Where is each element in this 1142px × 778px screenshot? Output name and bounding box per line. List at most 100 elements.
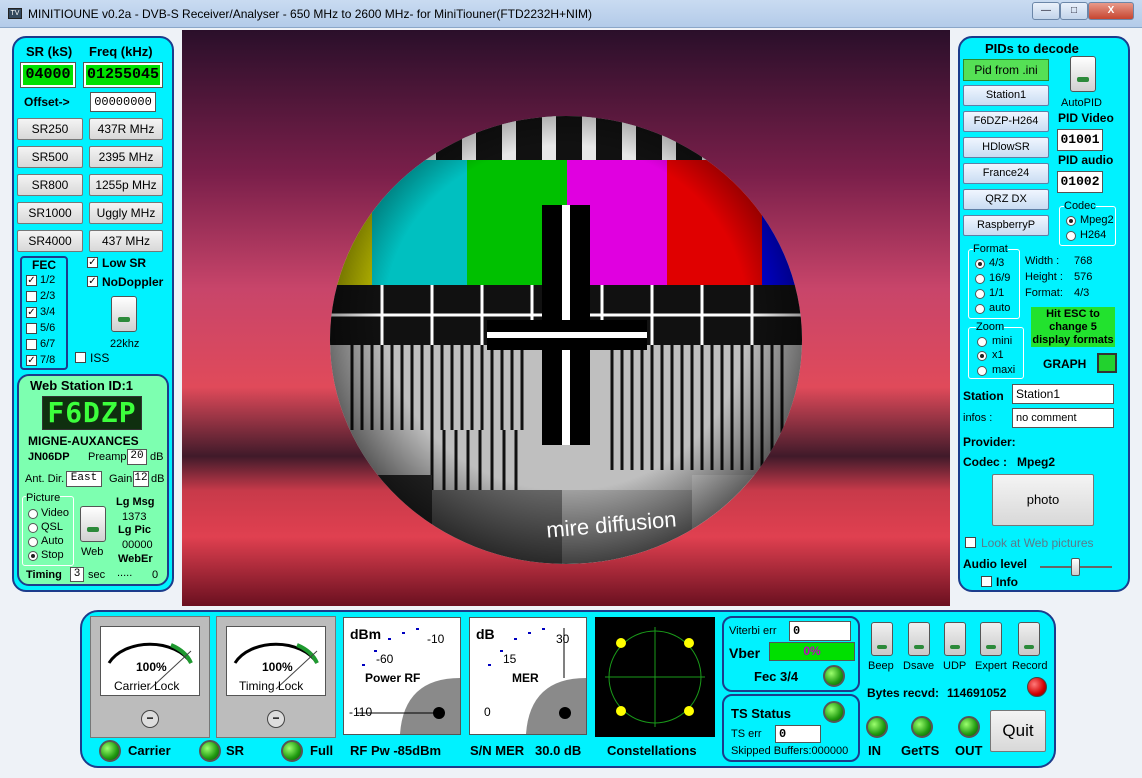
pid-video-field[interactable]: 01001 (1057, 129, 1103, 151)
carrier-reset-icon[interactable]: − (141, 710, 159, 728)
picture-auto-radio[interactable] (28, 537, 38, 547)
station-preset-raspberryp[interactable]: RaspberryP (963, 215, 1049, 236)
freq-1255p-button[interactable]: 1255p MHz (89, 174, 163, 196)
22khz-label: 22khz (110, 338, 140, 350)
graph-toggle[interactable] (1097, 353, 1117, 373)
out-led (958, 716, 980, 738)
preamp-field[interactable]: 20 (127, 449, 147, 465)
ts-err-label: TS err (731, 728, 762, 740)
zoom-maxi-radio[interactable] (977, 366, 987, 376)
codec-mpeg2-label: Mpeg2 (1080, 214, 1114, 226)
station-preset-station1[interactable]: Station1 (963, 85, 1049, 106)
callsign-display: F6DZP (42, 396, 142, 430)
picture-auto-label: Auto (41, 535, 64, 547)
record-switch[interactable] (1018, 622, 1040, 656)
photo-button[interactable]: photo (992, 474, 1094, 526)
dsave-switch[interactable] (908, 622, 930, 656)
web-switch[interactable] (80, 506, 106, 542)
nodoppler-checkbox[interactable]: ✓ (87, 276, 98, 287)
minimize-button[interactable]: — (1032, 2, 1060, 20)
title-bar: TV MINITIOUNE v0.2a - DVB-S Receiver/Ana… (0, 0, 1142, 28)
record-led (1027, 677, 1047, 697)
fec-1-2-label: 1/2 (40, 274, 56, 286)
format-auto-radio[interactable] (975, 304, 985, 314)
in-led (866, 716, 888, 738)
weber-value: 0 (152, 569, 159, 581)
fec-led (823, 665, 845, 687)
station-preset-france24[interactable]: France24 (963, 163, 1049, 184)
expert-switch[interactable] (980, 622, 1002, 656)
fec-2-3-checkbox[interactable] (26, 291, 37, 302)
format-169-radio[interactable] (975, 274, 985, 284)
test-card-sphere: mire diffusion (330, 116, 802, 564)
22khz-switch[interactable] (111, 296, 137, 332)
sr-label: SR (kS) (26, 44, 73, 59)
zoom-maxi-label: maxi (992, 364, 1016, 376)
iss-label: ISS (90, 351, 110, 365)
pid-audio-field[interactable]: 01002 (1057, 171, 1103, 193)
format-11-radio[interactable] (975, 289, 985, 299)
carrier-lock-value: 100% (136, 660, 167, 674)
udp-label: UDP (943, 660, 967, 672)
sr800-button[interactable]: SR800 (17, 174, 83, 196)
station-preset-f6dzp[interactable]: F6DZP-H264 (963, 111, 1049, 132)
offset-field[interactable]: 00000000 (90, 92, 156, 112)
video-display: mire diffusion (182, 30, 950, 606)
infos-field[interactable]: no comment (1012, 408, 1114, 428)
fec-1-2-checkbox[interactable]: ✓ (26, 275, 37, 286)
fec-6-7-checkbox[interactable] (26, 339, 37, 350)
mer-gauge-label: MER (512, 671, 539, 685)
timing-reset-icon[interactable]: − (267, 710, 285, 728)
fec-7-8-checkbox[interactable]: ✓ (26, 355, 37, 366)
autopid-switch[interactable] (1070, 56, 1096, 92)
zoom-x1-radio[interactable] (977, 351, 987, 361)
sr-value-field[interactable]: 04000 (20, 62, 76, 88)
codec-mpeg2-radio[interactable] (1066, 216, 1076, 226)
ts-status-label: TS Status (731, 706, 791, 721)
zoom-mini-label: mini (992, 335, 1013, 347)
out-led-label: OUT (955, 743, 983, 758)
freq-2395-button[interactable]: 2395 MHz (89, 146, 163, 168)
beep-switch[interactable] (871, 622, 893, 656)
format-43-radio[interactable] (975, 259, 985, 269)
look-web-checkbox[interactable] (965, 537, 976, 548)
freq-437r-button[interactable]: 437R MHz (89, 118, 163, 140)
picture-qsl-radio[interactable] (28, 523, 38, 533)
getts-led-label: GetTS (901, 743, 940, 758)
gain-field[interactable]: 12 (133, 471, 149, 487)
audio-level-slider[interactable] (1071, 558, 1080, 576)
station-preset-qrzdx[interactable]: QRZ DX (963, 189, 1049, 210)
beep-label: Beep (868, 660, 894, 672)
sr500-button[interactable]: SR500 (17, 146, 83, 168)
fec-3-4-checkbox[interactable]: ✓ (26, 307, 37, 318)
timing-field[interactable]: 3 (70, 567, 84, 582)
sr1000-button[interactable]: SR1000 (17, 202, 83, 224)
sr4000-button[interactable]: SR4000 (17, 230, 83, 252)
sr250-button[interactable]: SR250 (17, 118, 83, 140)
quit-button[interactable]: Quit (990, 710, 1046, 752)
zoom-mini-radio[interactable] (977, 337, 987, 347)
codec-info-label: Codec : (963, 455, 1008, 469)
iss-checkbox[interactable] (75, 352, 86, 363)
freq-uggly-button[interactable]: Uggly MHz (89, 202, 163, 224)
mer-tick-15: 15 (503, 652, 517, 666)
pid-from-ini-button[interactable]: Pid from .ini (963, 59, 1049, 81)
udp-switch[interactable] (944, 622, 966, 656)
ant-dir-field[interactable]: East (66, 471, 102, 487)
station-preset-hdlowsr[interactable]: HDlowSR (963, 137, 1049, 158)
fec-5-6-checkbox[interactable] (26, 323, 37, 334)
close-button[interactable]: X (1088, 2, 1134, 20)
info-checkbox[interactable] (981, 576, 992, 587)
station-field[interactable]: Station1 (1012, 384, 1114, 404)
low-sr-checkbox[interactable]: ✓ (87, 257, 98, 268)
lg-msg-value: 1373 (122, 511, 147, 523)
picture-video-radio[interactable] (28, 509, 38, 519)
picture-stop-radio[interactable] (28, 551, 38, 561)
expert-label: Expert (975, 660, 1007, 672)
codec-h264-radio[interactable] (1066, 231, 1076, 241)
freq-value-field[interactable]: 01255045 (83, 62, 163, 88)
freq-437-button[interactable]: 437 MHz (89, 230, 163, 252)
maximize-button[interactable]: □ (1060, 2, 1088, 20)
rf-tick-minus110: -110 (349, 705, 373, 719)
weber-label: WebEr (118, 553, 153, 565)
